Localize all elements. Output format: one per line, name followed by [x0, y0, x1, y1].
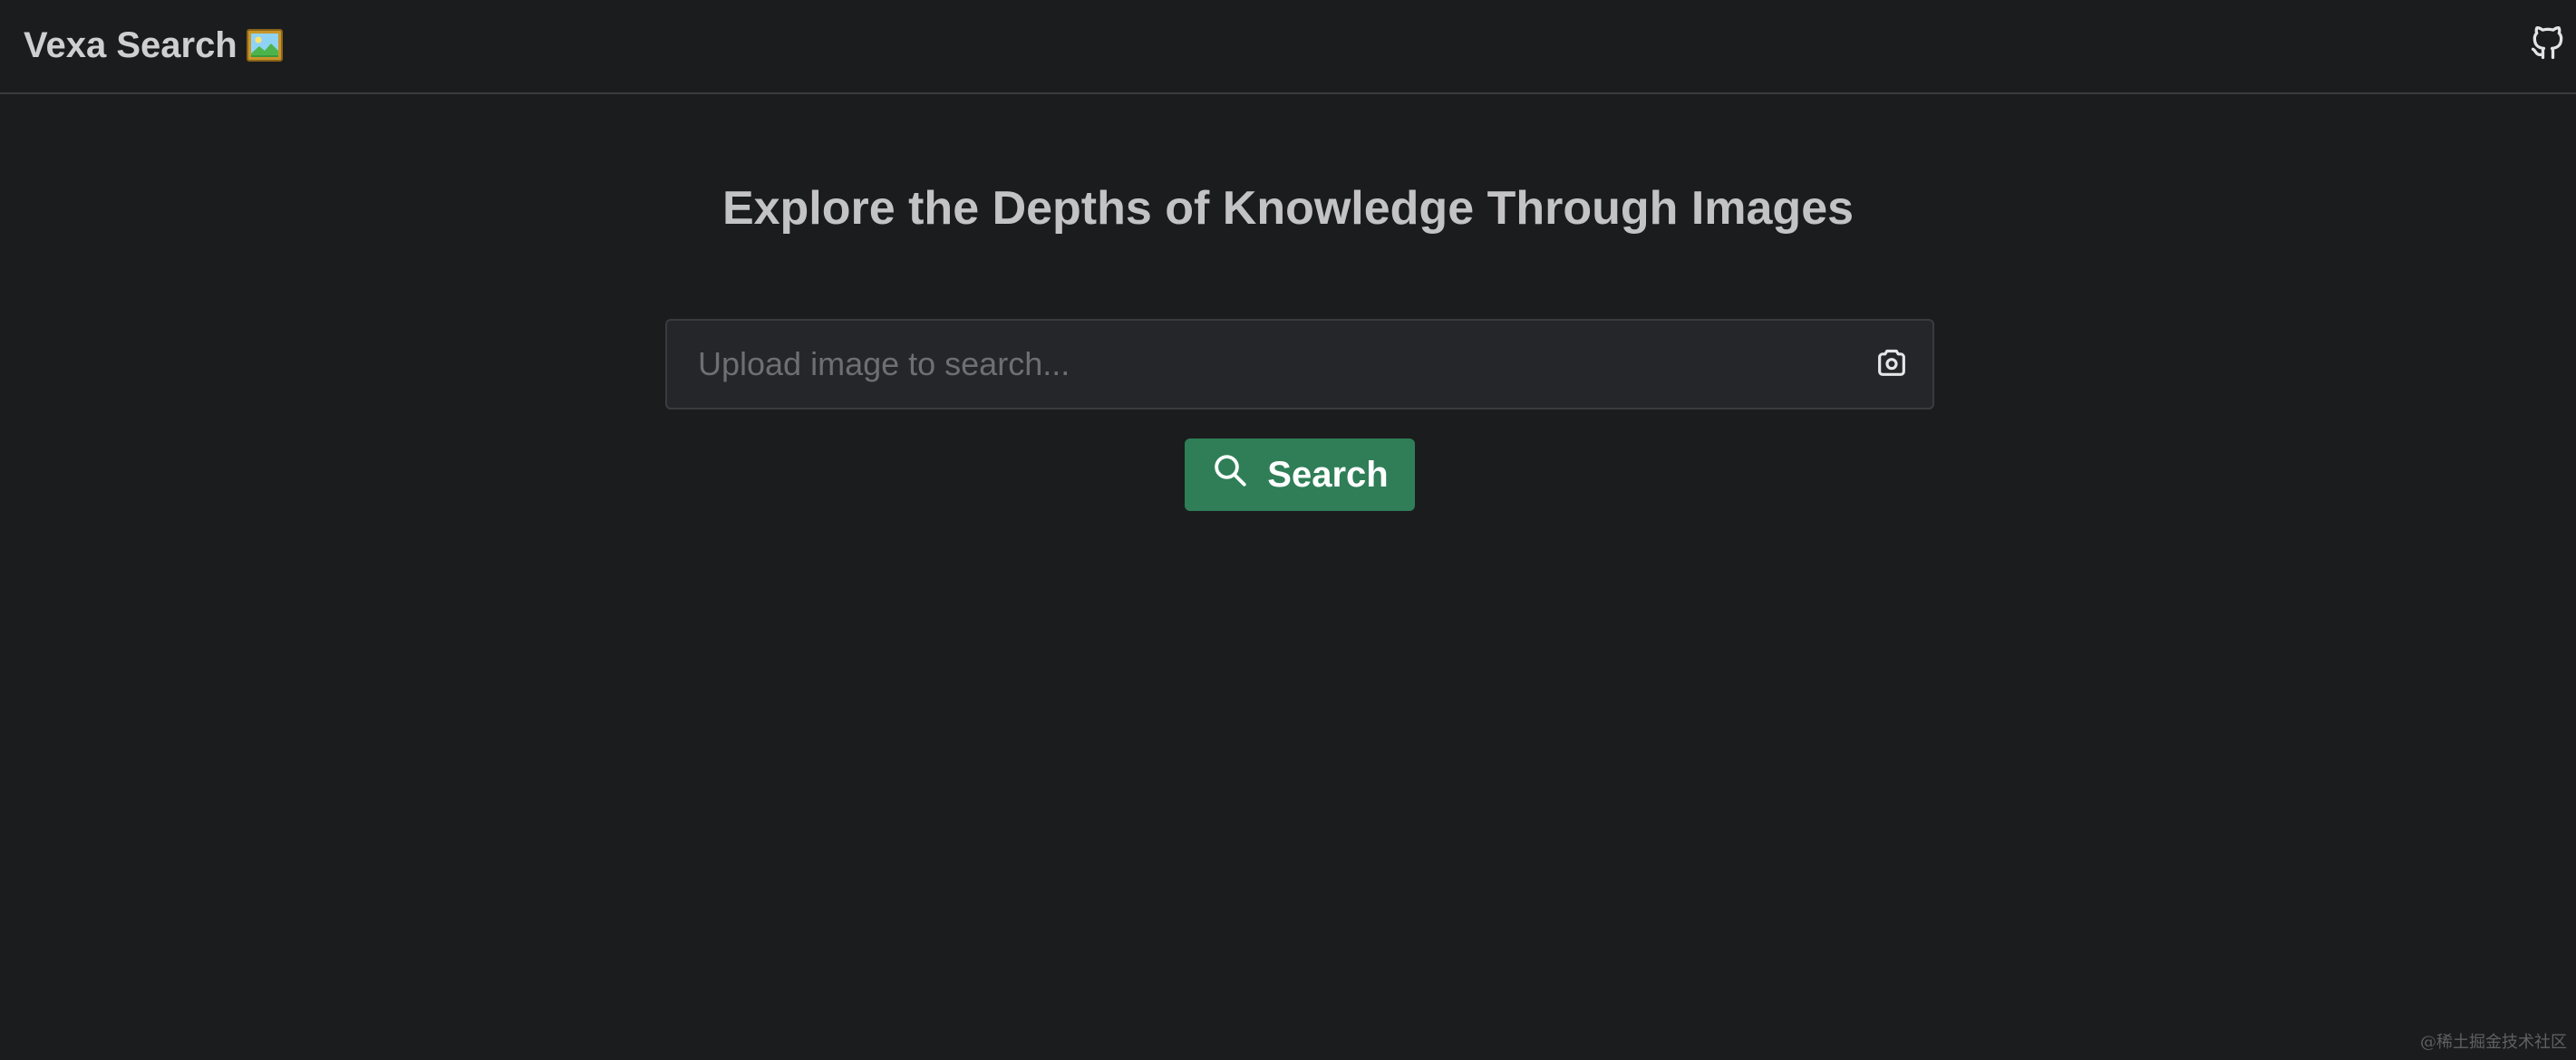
brand: Vexa Search — [24, 20, 283, 71]
app-root: Vexa Search Explore the Depths of Knowle… — [0, 0, 2576, 1060]
upload-image-button[interactable] — [1871, 344, 1913, 384]
top-header: Vexa Search — [0, 0, 2576, 94]
image-search-input[interactable] — [667, 321, 1827, 408]
github-icon — [2528, 23, 2568, 67]
github-link[interactable] — [2527, 24, 2569, 65]
camera-icon — [1873, 344, 1911, 385]
search-icon — [1211, 451, 1249, 498]
page-title: Explore the Depths of Knowledge Through … — [721, 182, 1855, 235]
watermark: @稀土掘金技术社区 — [2420, 1033, 2567, 1052]
search-button-label: Search — [1267, 454, 1389, 495]
framed-picture-icon — [246, 29, 283, 62]
search-button[interactable]: Search — [1185, 438, 1415, 511]
image-search-box — [665, 319, 1934, 410]
brand-title: Vexa Search — [24, 24, 237, 65]
